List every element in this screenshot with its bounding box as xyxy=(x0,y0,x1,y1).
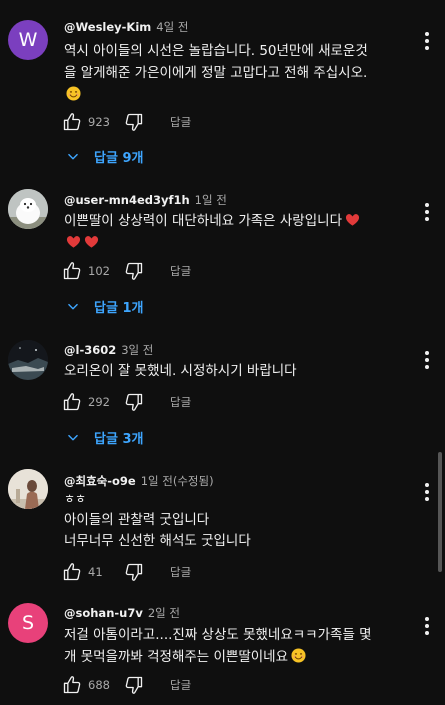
chevron-down-icon xyxy=(66,431,80,445)
white-dog-avatar-icon xyxy=(8,189,48,229)
chevron-down-icon xyxy=(66,300,80,314)
dislike-icon[interactable] xyxy=(124,392,144,412)
avatar[interactable]: S xyxy=(8,603,48,643)
more-options-button[interactable] xyxy=(419,481,435,503)
comment-line: 너무너무 신선한 해석도 굿입니다 xyxy=(64,533,251,549)
dislike-icon[interactable] xyxy=(124,112,144,132)
comment-line: 역시 아이들의 시선은 놀랍습니다. 50년만에 새로운것 xyxy=(64,43,368,59)
like-icon[interactable] xyxy=(62,675,82,695)
smile-emoji-icon xyxy=(66,86,81,101)
view-replies-button[interactable]: 답글 1개 xyxy=(66,297,143,316)
reply-button[interactable]: 답글 xyxy=(170,263,191,279)
comment-text: 오리온이 잘 못했네. 시정하시기 바랍니다 xyxy=(64,360,404,382)
comment-actions: 41 답글 xyxy=(62,561,191,583)
comment-text: 저걸 아톰이라고....진짜 상상도 못했네요ㅋㅋ가족들 몇 개 못먹을까봐 걱… xyxy=(64,624,404,668)
comment-line xyxy=(64,232,404,254)
like-icon[interactable] xyxy=(62,261,82,281)
author-name[interactable]: @Wesley-Kim xyxy=(64,20,151,34)
comment-time[interactable]: 1일 전 xyxy=(195,193,227,207)
replies-label: 답글 3개 xyxy=(94,432,144,447)
heart-emoji-icon xyxy=(66,234,81,249)
comment-header: @l-3602 3일 전 xyxy=(64,343,153,357)
comment-text: ㅎㅎ 아이들의 관찰력 굿입니다 너무너무 신선한 해석도 굿입니다 xyxy=(64,489,404,552)
scrollbar-thumb[interactable] xyxy=(438,452,442,572)
more-options-button[interactable] xyxy=(419,349,435,371)
comment-line: ㅎㅎ xyxy=(64,492,87,506)
comment-actions: 102 답글 xyxy=(62,260,191,282)
like-count: 292 xyxy=(88,395,110,409)
avatar[interactable] xyxy=(8,189,48,229)
comment-line: 아이들의 관찰력 굿입니다 xyxy=(64,512,210,528)
comment-line: 이쁜딸이 상상력이 대단하네요 가족은 사랑입니다 xyxy=(64,210,404,232)
comment-line: 저걸 아톰이라고....진짜 상상도 못했네요ㅋㅋ가족들 몇 xyxy=(64,627,372,643)
more-vert-icon xyxy=(419,349,435,371)
author-name[interactable]: @최효숙-o9e xyxy=(64,474,136,488)
comment-actions: 688 답글 xyxy=(62,674,191,696)
avatar[interactable] xyxy=(8,340,48,380)
comment-header: @최효숙-o9e 1일 전(수정됨) xyxy=(64,474,214,488)
reply-button[interactable]: 답글 xyxy=(170,394,191,410)
photo-avatar-icon xyxy=(8,469,48,509)
replies-label: 답글 9개 xyxy=(94,151,144,166)
comment-header: @user-mn4ed3yf1h 1일 전 xyxy=(64,193,227,207)
dislike-icon[interactable] xyxy=(124,261,144,281)
avatar-letter: S xyxy=(21,612,35,634)
more-vert-icon xyxy=(419,615,435,637)
replies-label: 답글 1개 xyxy=(94,301,144,316)
more-vert-icon xyxy=(419,30,435,52)
chevron-down-icon xyxy=(66,150,80,164)
view-replies-button[interactable]: 답글 3개 xyxy=(66,428,143,447)
like-count: 102 xyxy=(88,264,110,278)
like-count: 688 xyxy=(88,678,110,692)
comment-text: 역시 아이들의 시선은 놀랍습니다. 50년만에 새로운것 을 알게해준 가은이… xyxy=(64,40,404,106)
dislike-icon[interactable] xyxy=(124,562,144,582)
like-count: 923 xyxy=(88,115,110,129)
more-vert-icon xyxy=(419,481,435,503)
like-count: 41 xyxy=(88,565,103,579)
comment-header: @sohan-u7v 2일 전 xyxy=(64,606,180,620)
avatar-letter: W xyxy=(18,29,38,51)
more-options-button[interactable] xyxy=(419,201,435,223)
comment-line: 을 알게해준 가은이에게 정말 고맙다고 전해 주십시오. xyxy=(64,65,368,81)
comment-line xyxy=(64,84,404,106)
like-icon[interactable] xyxy=(62,562,82,582)
reply-button[interactable]: 답글 xyxy=(170,114,191,130)
reply-button[interactable]: 답글 xyxy=(170,677,191,693)
reply-button[interactable]: 답글 xyxy=(170,564,191,580)
like-icon[interactable] xyxy=(62,112,82,132)
comment-header: @Wesley-Kim 4일 전 xyxy=(64,20,188,34)
more-options-button[interactable] xyxy=(419,30,435,52)
author-name[interactable]: @sohan-u7v xyxy=(64,606,143,620)
dislike-icon[interactable] xyxy=(124,675,144,695)
comment-text: 이쁜딸이 상상력이 대단하네요 가족은 사랑입니다 xyxy=(64,210,404,254)
heart-emoji-icon xyxy=(345,212,360,227)
comment-time[interactable]: 1일 전(수정됨) xyxy=(141,474,214,488)
more-vert-icon xyxy=(419,201,435,223)
author-name[interactable]: @l-3602 xyxy=(64,343,116,357)
author-name[interactable]: @user-mn4ed3yf1h xyxy=(64,193,190,207)
comment-line: 오리온이 잘 못했네. 시정하시기 바랍니다 xyxy=(64,363,297,379)
comment-actions: 292 답글 xyxy=(62,391,191,413)
avatar[interactable]: W xyxy=(8,20,48,60)
comment-time[interactable]: 3일 전 xyxy=(121,343,153,357)
comment-time[interactable]: 4일 전 xyxy=(156,20,188,34)
night-scene-avatar-icon xyxy=(8,340,48,380)
heart-emoji-icon xyxy=(84,234,99,249)
comment-time[interactable]: 2일 전 xyxy=(148,606,180,620)
view-replies-button[interactable]: 답글 9개 xyxy=(66,147,143,166)
comment-actions: 923 답글 xyxy=(62,111,191,133)
like-icon[interactable] xyxy=(62,392,82,412)
avatar[interactable] xyxy=(8,469,48,509)
comment-line: 개 못먹을까봐 걱정해주는 이쁜딸이네요 xyxy=(64,646,404,668)
smile-emoji-icon xyxy=(291,648,306,663)
more-options-button[interactable] xyxy=(419,615,435,637)
